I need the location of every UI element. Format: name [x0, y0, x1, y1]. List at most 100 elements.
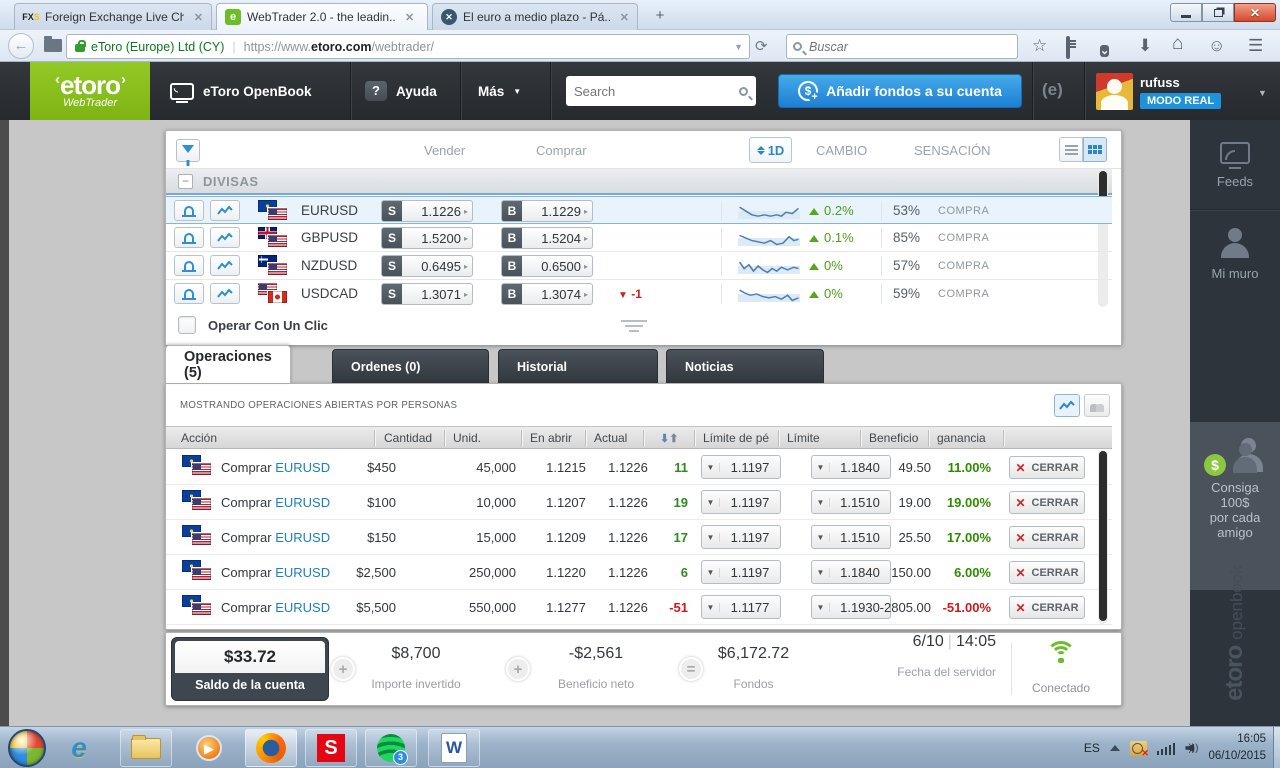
ops-scrollbar[interactable] [1098, 450, 1108, 624]
instrument-link[interactable]: EURUSD [275, 460, 330, 475]
resize-handle-icon[interactable] [621, 317, 647, 335]
col-en-abrir[interactable]: En abrir [530, 431, 572, 445]
url-bar[interactable]: eToro (Europe) Ltd (CY) | https://www. e… [66, 34, 750, 59]
sell-price-button[interactable]: S 0.6495 ▸ [381, 255, 473, 277]
browser-tab-fxstreet[interactable]: FXS Foreign Exchange Live Cha... ✕ [14, 3, 212, 30]
taskbar-media-player[interactable]: ▶ [192, 731, 226, 765]
tab-close-icon[interactable]: ✕ [620, 11, 629, 24]
buy-price-button[interactable]: B 0.6500 ▸ [501, 255, 593, 277]
col-limite[interactable]: Límite [787, 431, 820, 445]
stop-loss-dropdown[interactable]: ▼ 1.1197 [701, 525, 781, 549]
alert-button[interactable] [174, 283, 204, 304]
instrument-row-gbpusd[interactable]: GBPUSD S 1.5200 ▸ B 1.5204 ▸ 0.1% 85% COMPRA [166, 224, 1112, 252]
instrument-symbol[interactable]: NZDUSD [301, 258, 357, 273]
col-unid[interactable]: Unid. [453, 431, 481, 445]
tab-close-icon[interactable]: ✕ [194, 11, 203, 24]
instrument-row-eurusd[interactable]: EURUSD S 1.1226 ▸ B 1.1229 ▸ 0.2% 53% COMPRA [166, 196, 1112, 224]
instrument-symbol[interactable]: EURUSD [301, 203, 358, 218]
bookmark-star-icon[interactable]: ☆ [1032, 36, 1047, 56]
browser-tab-webtrader[interactable]: e WebTrader 2.0 - the leadin... ✕ [216, 3, 428, 30]
hidden-icons-chevron[interactable] [1109, 745, 1120, 751]
bookmark-folder-icon[interactable] [44, 36, 62, 52]
menu-hamburger-icon[interactable]: ☰ [1248, 36, 1263, 56]
instrument-symbol[interactable]: USDCAD [301, 286, 358, 301]
platform-search[interactable] [566, 76, 756, 106]
close-position-button[interactable]: ✕ CERRAR [1009, 596, 1085, 619]
balance-box[interactable]: $33.72 Saldo de la cuenta [171, 637, 329, 701]
sidebar-item-mi-muro[interactable]: Mi muro [1190, 228, 1280, 281]
stop-loss-dropdown[interactable]: ▼ 1.1197 [701, 490, 781, 514]
browser-search-input[interactable] [809, 39, 1011, 54]
tab-close-icon[interactable]: ✕ [405, 11, 414, 24]
tab-operaciones[interactable]: Operaciones (5) [165, 345, 291, 383]
site-identity[interactable]: eToro (Europe) Ltd (CY) [91, 40, 224, 54]
url-dropdown-icon[interactable]: ▼ [734, 42, 743, 52]
close-position-button[interactable]: ✕ CERRAR [1009, 491, 1085, 514]
alert-button[interactable] [174, 227, 204, 248]
pips-sort-icon[interactable]: ⬇⬆ [660, 432, 678, 445]
sell-price-button[interactable]: S 1.1226 ▸ [381, 200, 473, 222]
back-button[interactable]: ← [8, 33, 34, 59]
add-funds-button[interactable]: $ Añadir fondos a su cuenta [778, 74, 1022, 108]
start-button[interactable] [8, 729, 46, 767]
one-click-checkbox[interactable] [178, 316, 196, 334]
instrument-link[interactable]: EURUSD [275, 530, 330, 545]
taskbar-spotify[interactable]: 3 [365, 729, 417, 767]
minimize-button[interactable] [1170, 3, 1202, 22]
close-position-button[interactable]: ✕ CERRAR [1009, 526, 1085, 549]
chart-button[interactable] [210, 283, 240, 304]
col-accion[interactable]: Acción [181, 431, 217, 445]
restore-button[interactable] [1202, 3, 1234, 22]
signal-bars-icon[interactable] [1156, 742, 1176, 755]
volume-icon[interactable]: ))) [1185, 743, 1198, 754]
scrollbar-thumb[interactable] [1099, 451, 1107, 621]
openbook-link[interactable]: eToro OpenBook [170, 62, 312, 120]
etoro-bull-icon[interactable]: (e) [1042, 80, 1063, 100]
sell-price-button[interactable]: S 1.5200 ▸ [381, 227, 473, 249]
position-row[interactable]: Comprar EURUSD $5,500 550,000 1.1277 1.1… [166, 590, 1112, 625]
buy-price-button[interactable]: B 1.5204 ▸ [501, 227, 593, 249]
timeframe-button[interactable]: 1D [749, 137, 792, 163]
home-icon[interactable]: ⌂ [1172, 34, 1183, 54]
more-menu[interactable]: Más ▼ [478, 62, 521, 120]
taskbar-internet-explorer[interactable]: e [62, 731, 96, 765]
col-cantidad[interactable]: Cantidad [384, 431, 432, 445]
sell-price-button[interactable]: S 1.3071 ▸ [381, 283, 473, 305]
alert-button[interactable] [174, 200, 204, 221]
collapse-icon[interactable]: − [178, 173, 193, 189]
chart-button[interactable] [210, 227, 240, 248]
browser-search[interactable] [786, 34, 1018, 59]
col-beneficio[interactable]: Beneficio [869, 431, 918, 445]
col-ganancia[interactable]: ganancia [937, 431, 986, 445]
list-view-button[interactable] [1059, 137, 1083, 162]
instrument-link[interactable]: EURUSD [275, 565, 330, 580]
filter-button[interactable] [176, 139, 200, 162]
instrument-row-nzdusd[interactable]: NZDUSD S 0.6495 ▸ B 0.6500 ▸ 0% 57% COMPRA [166, 252, 1112, 280]
col-limite-perdida[interactable]: Límite de pé [703, 431, 775, 445]
buy-price-button[interactable]: B 1.1229 ▸ [501, 200, 593, 222]
col-actual[interactable]: Actual [594, 431, 627, 445]
tab-ordenes[interactable]: Ordenes (0) [332, 349, 489, 383]
chart-button[interactable] [210, 200, 240, 221]
grid-view-button[interactable] [1083, 137, 1107, 162]
pocket-icon[interactable]: ⌄ [1100, 39, 1110, 59]
network-status-icon[interactable] [1129, 740, 1149, 759]
group-header-divisas[interactable]: − DIVISAS [166, 169, 1112, 195]
browser-tab-euro-article[interactable]: ✕ El euro a medio plazo - Pá... ✕ [432, 3, 638, 30]
position-row[interactable]: Comprar EURUSD $450 45,000 1.1215 1.1226… [166, 450, 1112, 485]
tab-historial[interactable]: Historial [498, 349, 658, 383]
taskbar-explorer[interactable] [120, 729, 172, 767]
account-chevron-icon[interactable]: ▼ [1258, 88, 1267, 98]
close-position-button[interactable]: ✕ CERRAR [1009, 456, 1085, 479]
bookmarks-menu-icon[interactable] [1066, 36, 1070, 59]
show-desktop-button[interactable] [1273, 727, 1280, 768]
close-position-button[interactable]: ✕ CERRAR [1009, 561, 1085, 584]
new-tab-button[interactable]: + [648, 7, 672, 26]
position-row[interactable]: Comprar EURUSD $100 10,000 1.1207 1.1226… [166, 485, 1112, 520]
buy-price-button[interactable]: B 1.3074 ▸ [501, 283, 593, 305]
instrument-link[interactable]: EURUSD [275, 495, 330, 510]
instrument-symbol[interactable]: GBPUSD [301, 230, 358, 245]
taskbar-firefox[interactable] [245, 729, 297, 767]
close-button[interactable]: ✕ [1234, 3, 1276, 22]
position-row[interactable]: Comprar EURUSD $150 15,000 1.1209 1.1226… [166, 520, 1112, 555]
